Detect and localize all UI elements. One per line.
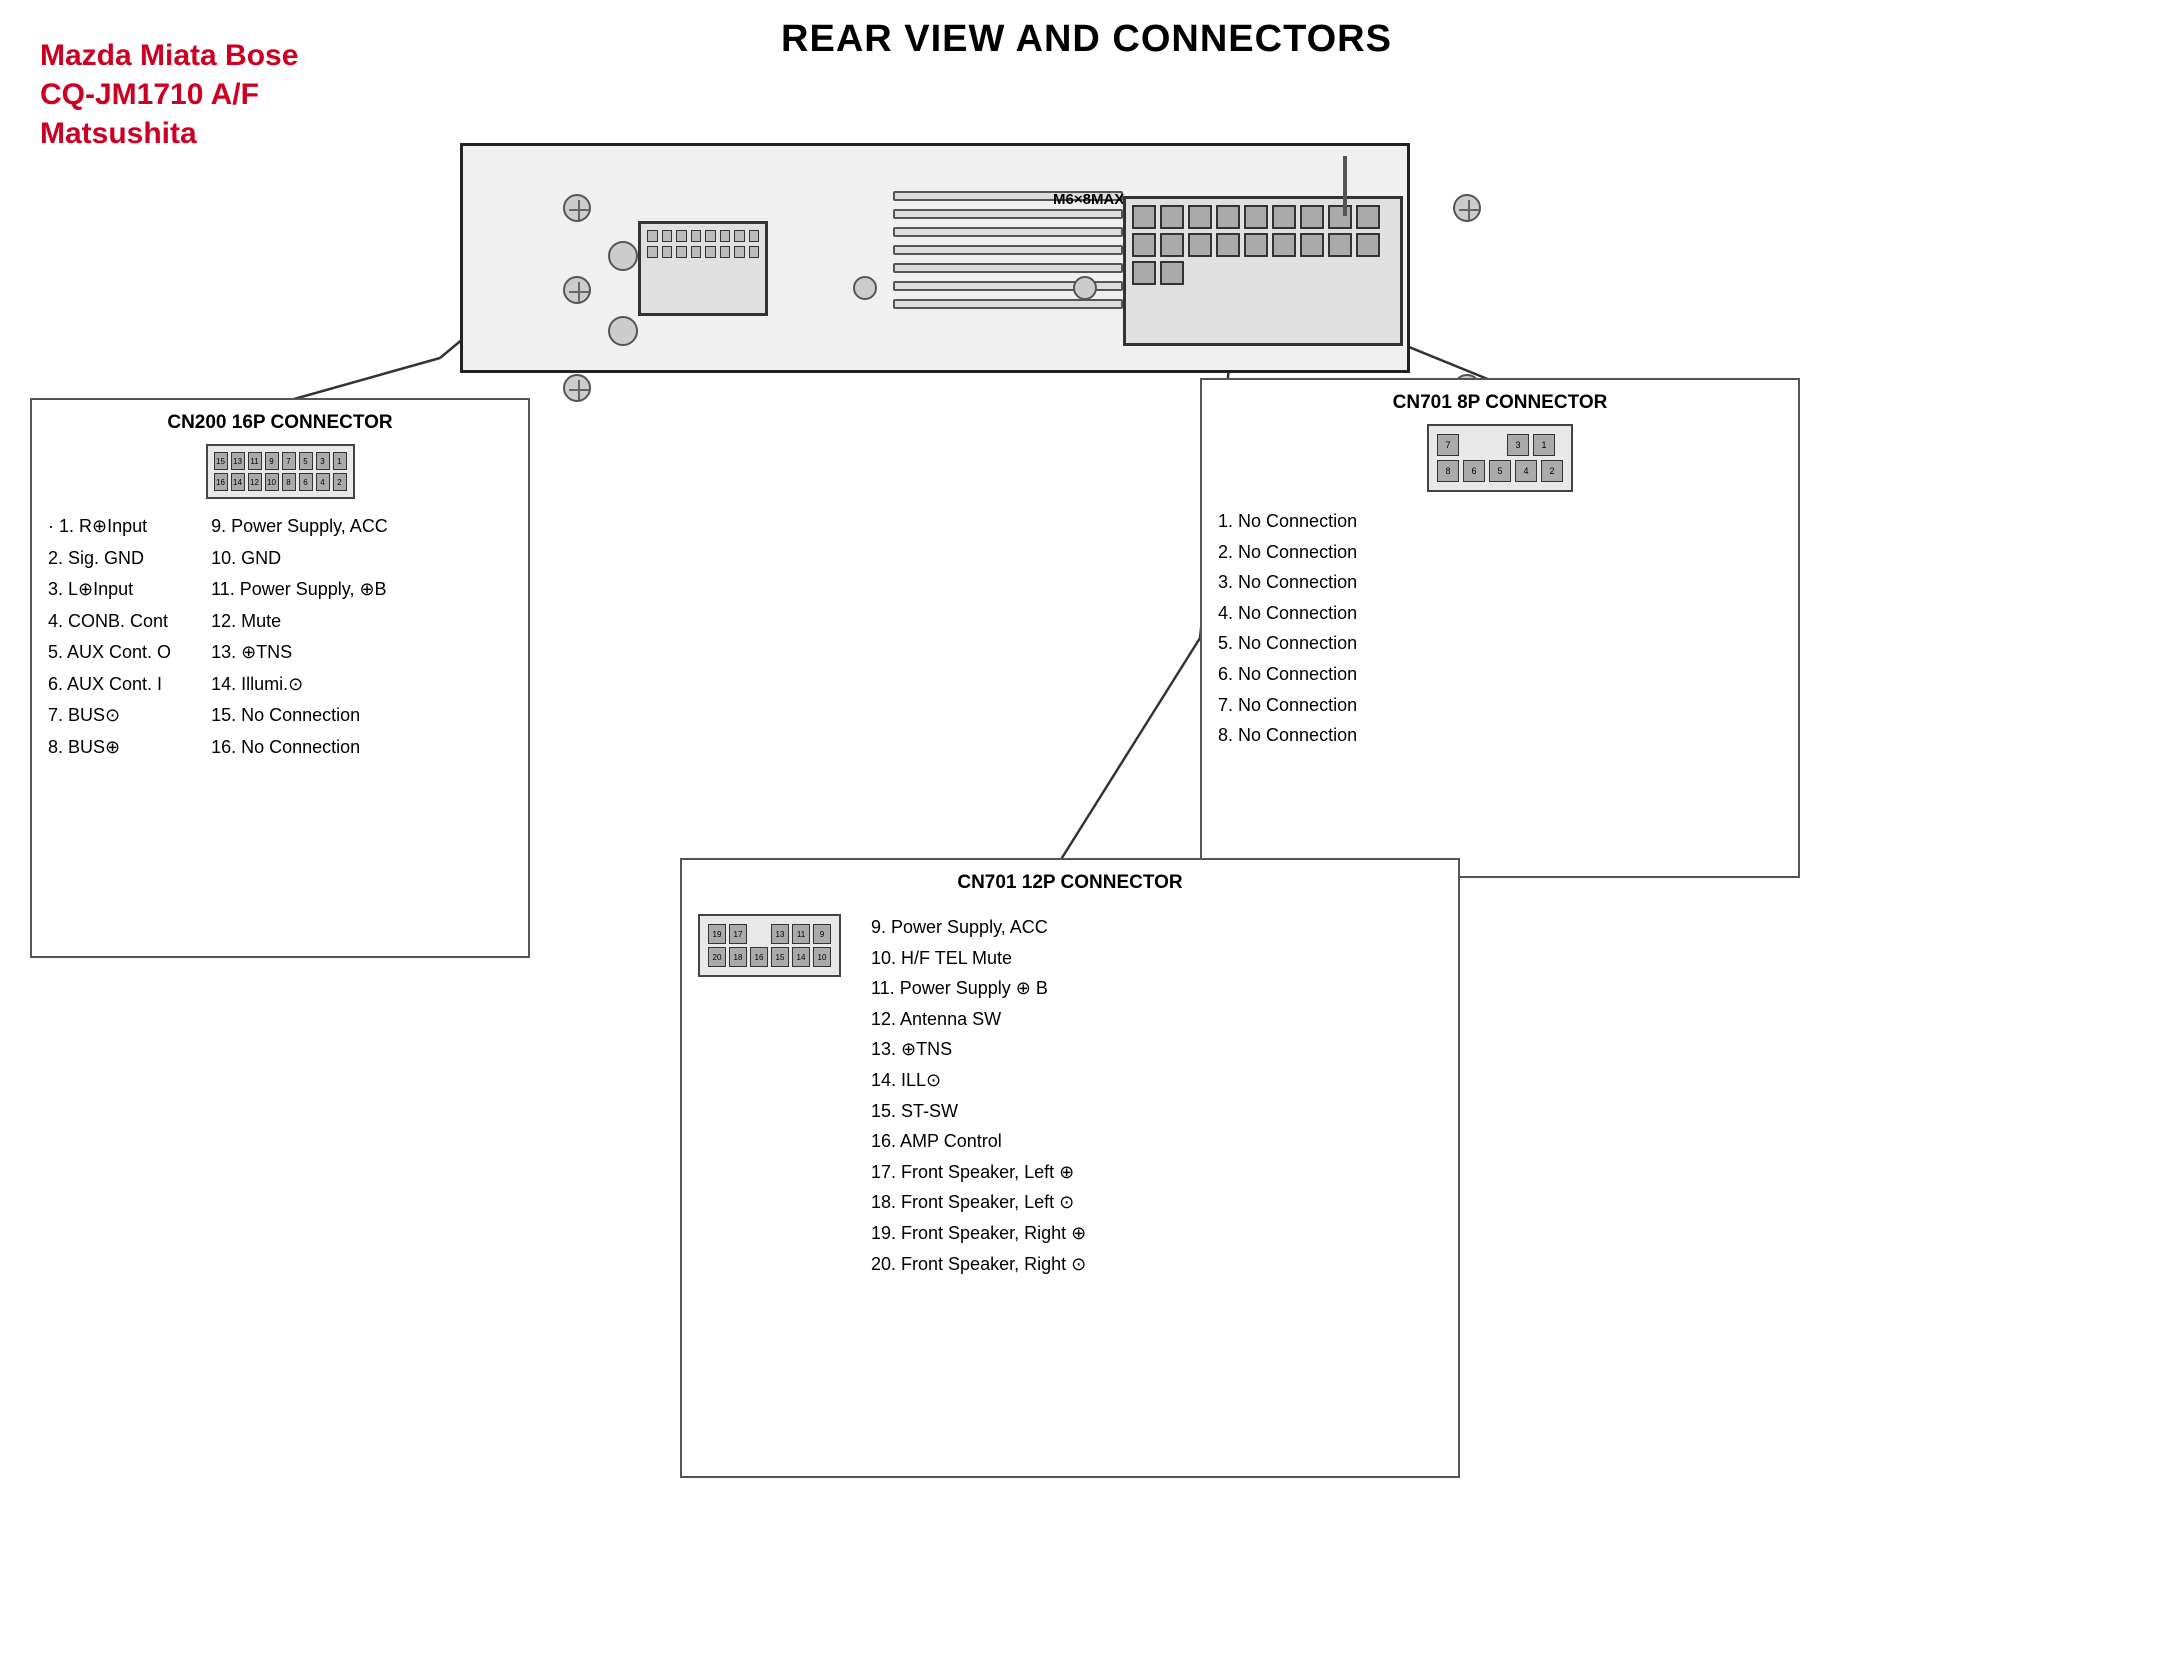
circle-4 — [1073, 276, 1097, 300]
cn200-plug-drawing: 15 13 11 9 7 5 3 1 16 14 12 10 8 6 4 2 — [48, 444, 512, 499]
cn200-title: CN200 16P CONNECTOR — [48, 412, 512, 434]
unit-drawing: M6×8MAX — [380, 113, 1480, 423]
brand-label: Mazda Miata Bose CQ-JM1710 A/F Matsushit… — [40, 36, 298, 153]
circle-2 — [608, 316, 638, 346]
cn200-connector-box: CN200 16P CONNECTOR 15 13 11 9 7 5 3 1 1… — [30, 398, 530, 958]
unit-right-connector — [1123, 196, 1403, 346]
circle-1 — [608, 241, 638, 271]
circle-3 — [853, 276, 877, 300]
screw-tr — [1453, 194, 1481, 222]
unit-wire — [1343, 156, 1347, 216]
page-title: REAR VIEW AND CONNECTORS — [0, 18, 2173, 61]
cn701-8p-connector-box: CN701 8P CONNECTOR 7 3 1 8 6 5 4 2 1. No… — [1200, 378, 1800, 878]
cn701-12p-title: CN701 12P CONNECTOR — [698, 872, 1442, 894]
screw-tl — [563, 194, 591, 222]
screw-ml — [563, 276, 591, 304]
screw-bl — [563, 374, 591, 402]
cn200-pins-right: 9. Power Supply, ACC 10. GND 11. Power S… — [211, 511, 388, 763]
cn701-8p-plug-drawing: 7 3 1 8 6 5 4 2 — [1218, 424, 1782, 492]
cn701-8p-pin-list: 1. No Connection 2. No Connection 3. No … — [1218, 506, 1782, 751]
unit-left-connector — [638, 221, 768, 316]
cn701-12p-plug: 19 17 13 11 9 20 18 16 15 14 10 — [698, 904, 841, 977]
cn701-12p-connector-box: CN701 12P CONNECTOR 19 17 13 11 9 20 18 … — [680, 858, 1460, 1478]
cn200-pins-left: · 1. R⊕Input 2. Sig. GND 3. L⊕Input 4. C… — [48, 511, 171, 763]
cn701-12p-pin-list: 9. Power Supply, ACC 10. H/F TEL Mute 11… — [871, 912, 1086, 1279]
cn200-pin-list: · 1. R⊕Input 2. Sig. GND 3. L⊕Input 4. C… — [48, 511, 512, 763]
unit-m6-label: M6×8MAX — [1053, 191, 1124, 208]
cn701-8p-title: CN701 8P CONNECTOR — [1218, 392, 1782, 414]
cn701-12p-content: 19 17 13 11 9 20 18 16 15 14 10 9 — [698, 904, 1442, 1279]
unit-box: M6×8MAX — [460, 143, 1410, 373]
